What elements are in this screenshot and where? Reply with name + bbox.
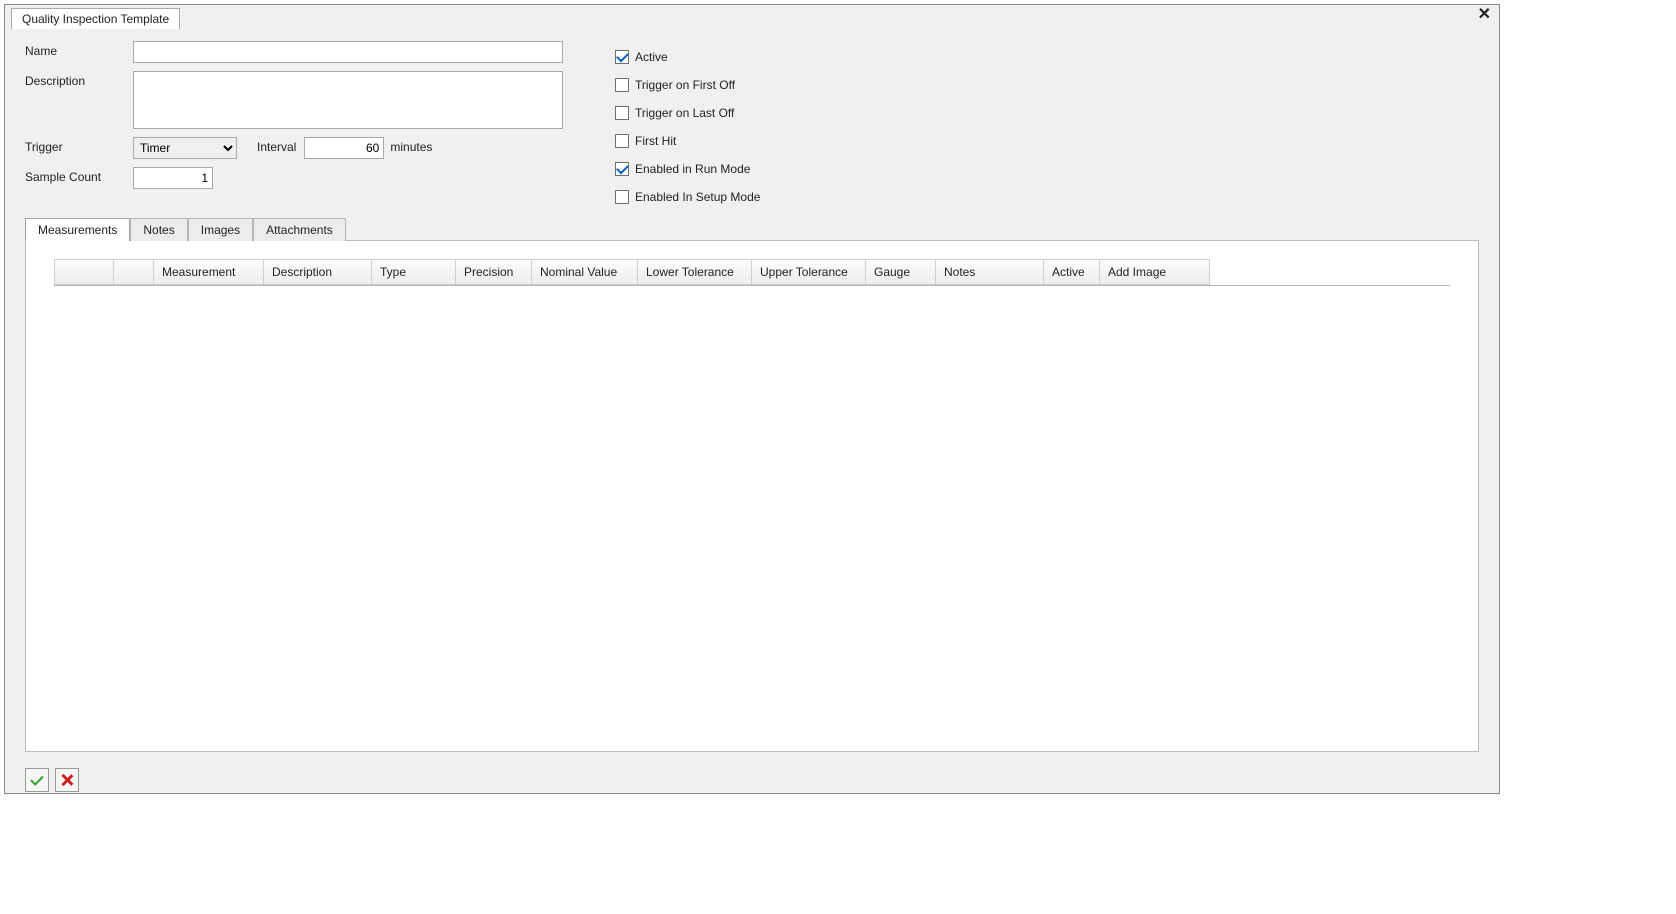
grid-header-upper-tolerance[interactable]: Upper Tolerance	[752, 259, 866, 285]
close-icon[interactable]: ✕	[1478, 7, 1491, 23]
grid-header-notes[interactable]: Notes	[936, 259, 1044, 285]
name-input[interactable]	[133, 41, 563, 63]
grid-panel: Measurement Description Type Precision N…	[25, 240, 1479, 752]
trigger-last-off-label: Trigger on Last Off	[635, 106, 734, 120]
quality-inspection-template-window: Quality Inspection Template ✕ Name Descr…	[4, 4, 1500, 794]
enabled-setup-label: Enabled In Setup Mode	[635, 190, 760, 204]
accept-button[interactable]	[25, 768, 49, 792]
grid-header-description[interactable]: Description	[264, 259, 372, 285]
trigger-first-off-label: Trigger on First Off	[635, 78, 735, 92]
tab-attachments[interactable]: Attachments	[253, 218, 346, 241]
description-input[interactable]	[133, 71, 563, 129]
enabled-run-checkbox[interactable]	[615, 162, 629, 176]
trigger-last-off-checkbox[interactable]	[615, 106, 629, 120]
left-column: Name Description Trigger Timer Interval …	[25, 41, 585, 211]
name-label: Name	[25, 41, 133, 58]
grid-header-blank2[interactable]	[114, 259, 154, 285]
interval-input[interactable]	[304, 137, 384, 159]
description-label: Description	[25, 71, 133, 88]
trigger-label: Trigger	[25, 137, 133, 154]
trigger-first-off-row: Trigger on First Off	[615, 71, 760, 99]
window-title-tab: Quality Inspection Template	[11, 8, 180, 29]
tab-notes[interactable]: Notes	[130, 218, 187, 241]
grid-header-gauge[interactable]: Gauge	[866, 259, 936, 285]
grid-header-blank1[interactable]	[54, 259, 114, 285]
enabled-setup-checkbox[interactable]	[615, 190, 629, 204]
trigger-last-off-row: Trigger on Last Off	[615, 99, 760, 127]
enabled-run-row: Enabled in Run Mode	[615, 155, 760, 183]
grid-header-measurement[interactable]: Measurement	[154, 259, 264, 285]
check-icon	[30, 772, 43, 785]
first-hit-row: First Hit	[615, 127, 760, 155]
description-row: Description	[25, 71, 585, 129]
subtabs: Measurements Notes Images Attachments	[25, 217, 1479, 240]
name-row: Name	[25, 41, 585, 63]
trigger-select[interactable]: Timer	[133, 137, 237, 159]
interval-label: Interval	[237, 137, 304, 154]
grid-header-nominal[interactable]: Nominal Value	[532, 259, 638, 285]
tab-measurements[interactable]: Measurements	[25, 218, 130, 241]
grid-header-row: Measurement Description Type Precision N…	[54, 259, 1450, 286]
grid-header-active[interactable]: Active	[1044, 259, 1100, 285]
grid-header-precision[interactable]: Precision	[456, 259, 532, 285]
active-checkbox-label: Active	[635, 50, 668, 64]
tab-images[interactable]: Images	[188, 218, 253, 241]
grid-header-add-image[interactable]: Add Image	[1100, 259, 1210, 285]
active-checkbox[interactable]	[615, 50, 629, 64]
first-hit-checkbox[interactable]	[615, 134, 629, 148]
grid-header-type[interactable]: Type	[372, 259, 456, 285]
trigger-row: Trigger Timer Interval minutes	[25, 137, 585, 159]
titlebar: Quality Inspection Template ✕	[5, 5, 1499, 29]
first-hit-label: First Hit	[635, 134, 676, 148]
right-column: Active Trigger on First Off Trigger on L…	[615, 41, 760, 211]
x-icon	[60, 773, 74, 787]
enabled-run-label: Enabled in Run Mode	[635, 162, 750, 176]
sample-count-row: Sample Count	[25, 167, 585, 189]
footer-buttons	[5, 768, 1499, 802]
sample-count-label: Sample Count	[25, 167, 133, 184]
active-checkbox-row: Active	[615, 43, 760, 71]
sample-count-input[interactable]	[133, 167, 213, 189]
interval-units: minutes	[384, 137, 432, 154]
enabled-setup-row: Enabled In Setup Mode	[615, 183, 760, 211]
grid-header-lower-tolerance[interactable]: Lower Tolerance	[638, 259, 752, 285]
form-area: Name Description Trigger Timer Interval …	[25, 41, 1479, 211]
cancel-button[interactable]	[55, 768, 79, 792]
trigger-first-off-checkbox[interactable]	[615, 78, 629, 92]
form-body: Name Description Trigger Timer Interval …	[5, 29, 1499, 768]
